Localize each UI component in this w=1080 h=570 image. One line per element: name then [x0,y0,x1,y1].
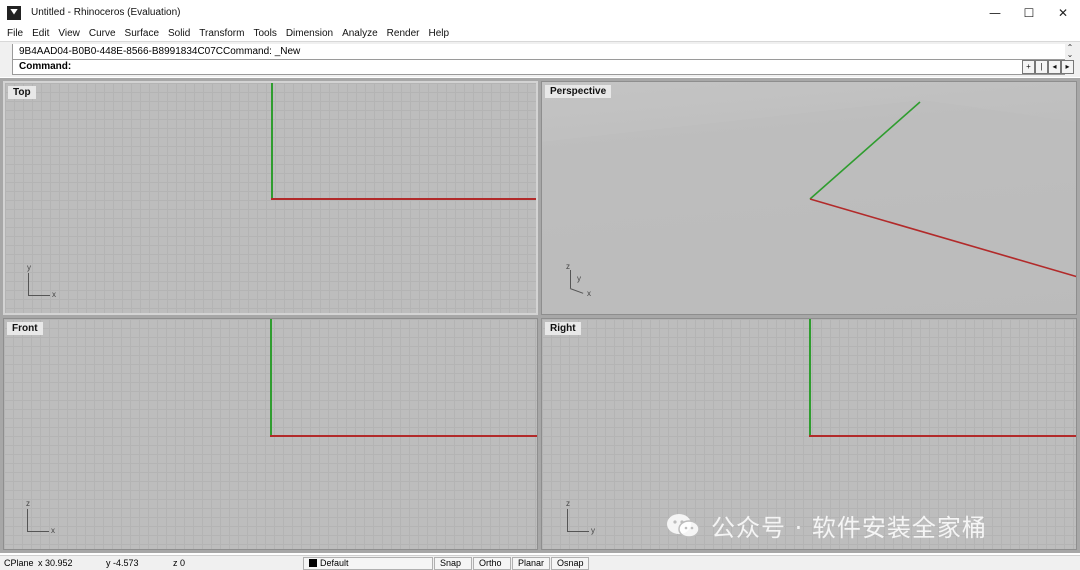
viewport-label-right[interactable]: Right [545,322,581,335]
viewport-label-front[interactable]: Front [7,322,43,335]
menu-view[interactable]: View [55,28,86,39]
scroll-down-icon[interactable]: ⌄ [1064,51,1076,59]
z-axis-line [270,319,272,436]
scroll-right-icon[interactable]: ▸ [1061,60,1074,74]
viewport-perspective[interactable]: Perspective z y x [541,81,1077,315]
axis-triad: z y [562,499,602,535]
layer-name: Default [320,558,349,568]
triad-z-label: z [26,499,30,508]
command-area: 9B4AAD04-B0B0-448E-8566-B8991834C07CComm… [0,41,1080,77]
z-axis-line [809,319,811,436]
menu-help[interactable]: Help [425,28,455,39]
x-axis-line [271,198,536,200]
command-buttons: + | ◂ ▸ [1022,60,1074,74]
watermark-text: 公众号 · 软件安装全家桶 [711,514,987,542]
triad-z-label: z [566,262,570,271]
maximize-button[interactable]: ☐ [1012,0,1046,25]
axis-triad: z x [22,499,62,535]
command-history: 9B4AAD04-B0B0-448E-8566-B8991834C07CComm… [12,44,1065,59]
triad-y-label: y [577,274,581,283]
menu-surface[interactable]: Surface [122,28,165,39]
status-bar: CPlane x 30.952 y -4.573 z 0 Default Sna… [0,555,1080,570]
osnap-toggle[interactable]: Osnap [551,557,589,570]
status-y-coordinate: y -4.573 [106,558,139,568]
command-input[interactable]: Command: [12,59,1065,75]
toggle-layout-icon[interactable]: + [1022,60,1035,74]
viewport-top[interactable]: Top y x [3,81,538,315]
viewport-area: Top y x Perspective z y x Front z x Righ… [0,78,1080,553]
menu-analyze[interactable]: Analyze [339,28,384,39]
splitter-icon[interactable]: | [1035,60,1048,74]
window-controls: — ☐ ✕ [978,0,1080,25]
menu-file[interactable]: File [4,28,29,39]
planar-toggle[interactable]: Planar [512,557,550,570]
menu-render[interactable]: Render [384,28,426,39]
window-title: Untitled - Rhinoceros (Evaluation) [31,7,181,18]
perspective-axes [542,100,1076,314]
triad-x-label: x [52,290,56,299]
status-layer[interactable]: Default [303,557,433,570]
ortho-toggle[interactable]: Ortho [473,557,511,570]
triad-z-label: z [566,499,570,508]
menu-solid[interactable]: Solid [165,28,196,39]
y-axis-line [809,435,1076,437]
wechat-icon [667,513,700,538]
triad-y-label: y [591,526,595,535]
x-axis-line [270,435,537,437]
menu-bar: File Edit View Curve Surface Solid Trans… [0,25,1080,41]
menu-edit[interactable]: Edit [29,28,55,39]
viewport-front[interactable]: Front z x [3,318,538,550]
menu-tools[interactable]: Tools [250,28,282,39]
snap-toggle[interactable]: Snap [434,557,472,570]
y-axis-line [271,83,273,199]
axis-triad: z y x [562,262,602,298]
menu-curve[interactable]: Curve [86,28,122,39]
menu-dimension[interactable]: Dimension [283,28,339,39]
watermark: 公众号 · 软件安装全家桶 [665,508,987,543]
triad-y-label: y [27,263,31,272]
minimize-button[interactable]: — [978,0,1012,25]
command-history-scroll[interactable]: ⌃ ⌄ [1064,44,1076,60]
viewport-label-top[interactable]: Top [8,86,36,99]
layer-color-swatch [309,559,317,567]
menu-transform[interactable]: Transform [196,28,250,39]
scroll-left-icon[interactable]: ◂ [1048,60,1061,74]
title-bar: Untitled - Rhinoceros (Evaluation) — ☐ ✕ [0,0,1080,25]
status-z-coordinate: z 0 [173,558,186,568]
close-button[interactable]: ✕ [1046,0,1080,25]
status-x-coordinate: x 30.952 [38,558,73,568]
axis-triad: y x [23,263,63,299]
rhino-app-icon[interactable] [7,5,21,20]
status-cplane: CPlane [4,558,34,568]
triad-x-label: x [587,289,591,298]
triad-x-label: x [51,526,55,535]
